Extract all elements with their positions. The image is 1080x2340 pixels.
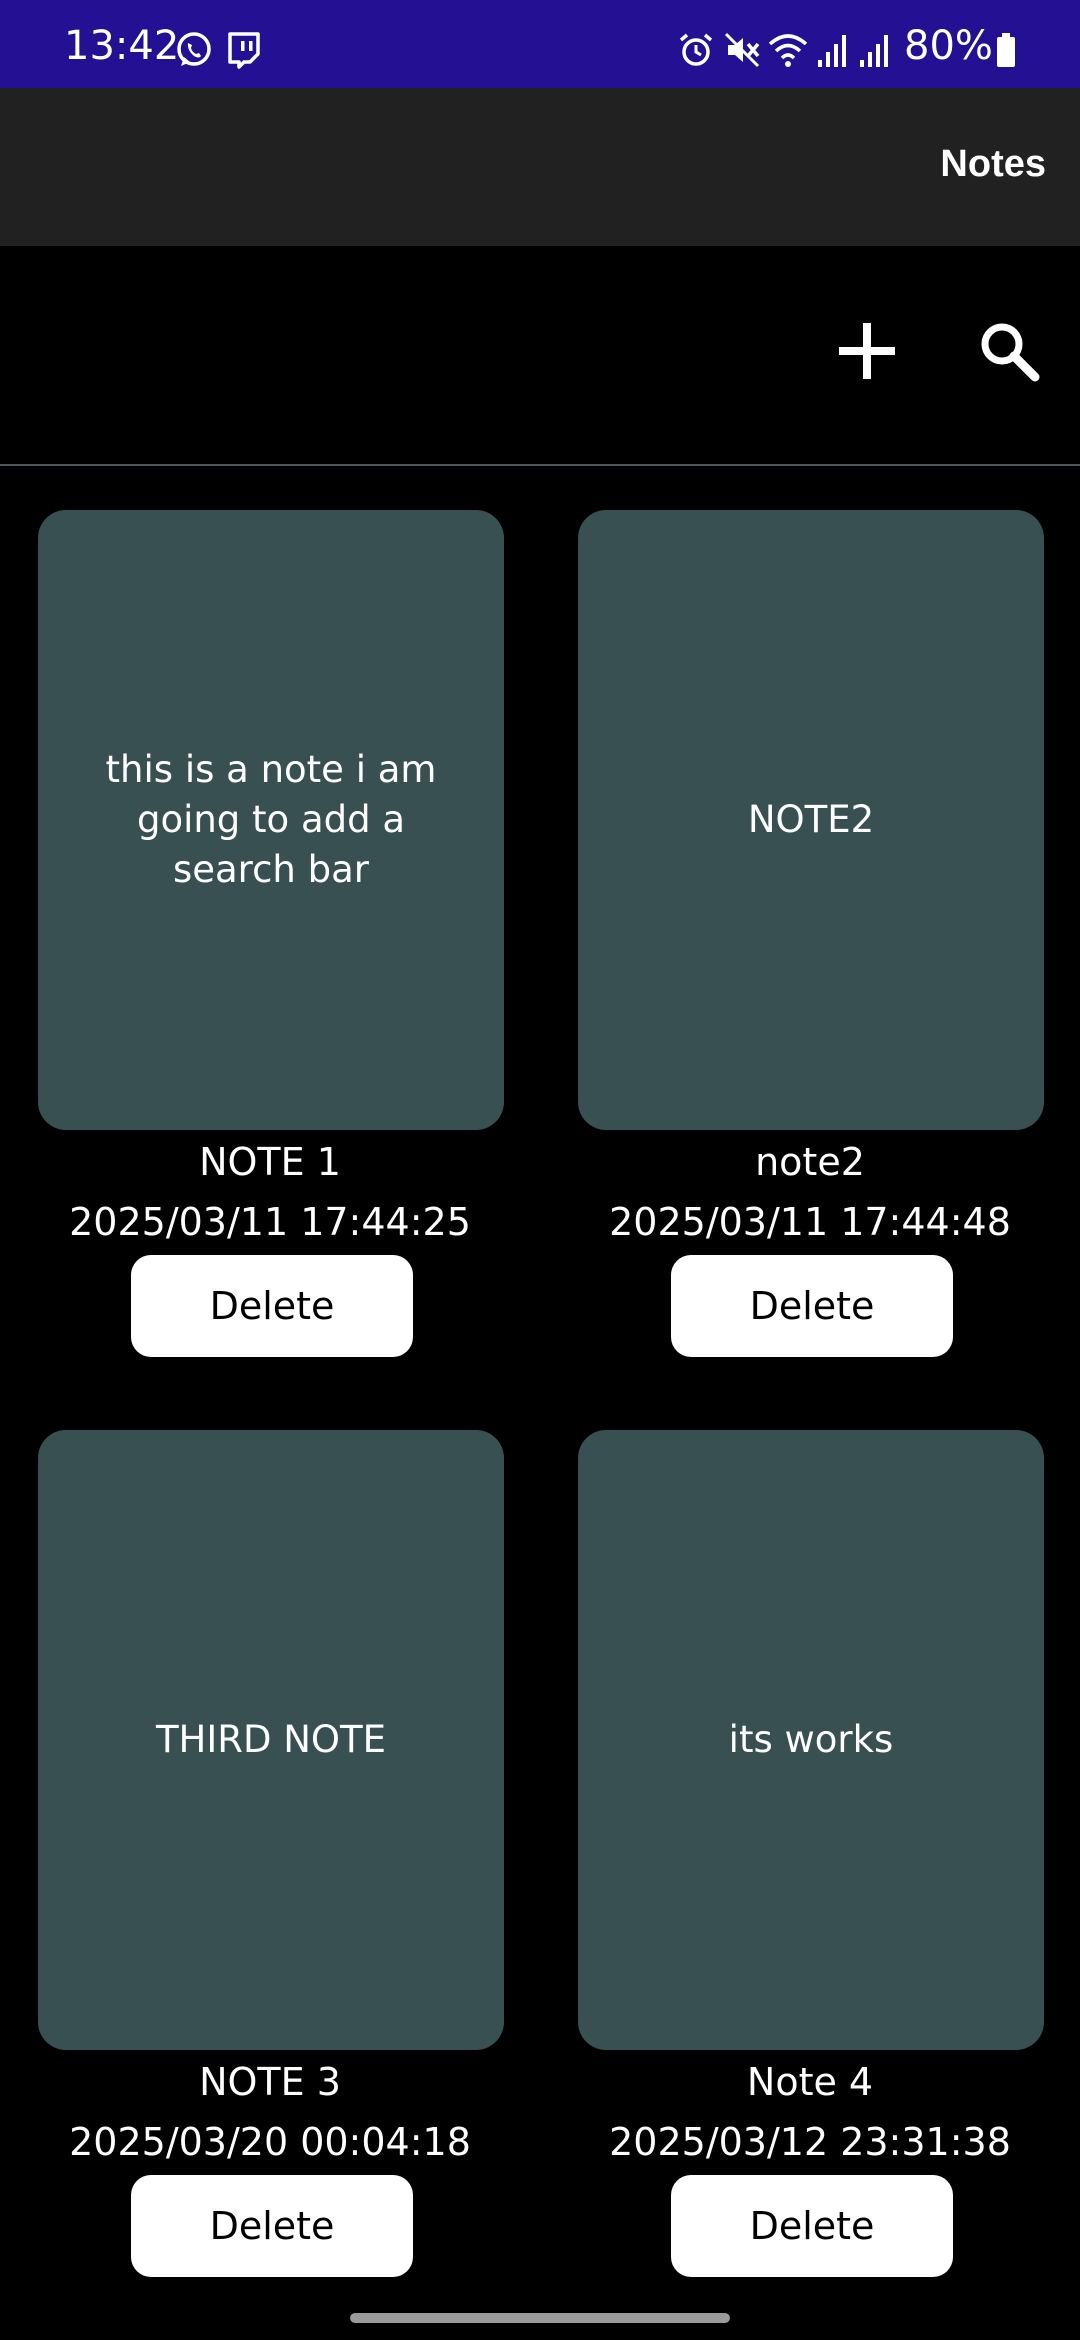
- alarm-icon: [676, 30, 716, 70]
- add-note-button[interactable]: [822, 308, 912, 398]
- delete-button[interactable]: Delete: [131, 2175, 413, 2277]
- note-title: NOTE 3: [199, 2060, 341, 2104]
- status-bar: 13:42 80%: [0, 0, 1080, 88]
- battery-icon: [994, 30, 1034, 70]
- status-time: 13:42: [64, 23, 180, 69]
- delete-button[interactable]: Delete: [671, 1255, 953, 1357]
- battery-level: 80%: [904, 23, 993, 69]
- note-title: note2: [755, 1140, 865, 1184]
- note-card[interactable]: NOTE2: [578, 510, 1044, 1130]
- toolbar-divider: [0, 464, 1080, 466]
- delete-button[interactable]: Delete: [131, 1255, 413, 1357]
- note-title: NOTE 1: [199, 1140, 341, 1184]
- note-date: 2025/03/20 00:04:18: [69, 2120, 471, 2164]
- toolbar: [0, 246, 1080, 464]
- note-card[interactable]: this is a note i am going to add a searc…: [38, 510, 504, 1130]
- note-preview: its works: [728, 1718, 894, 1761]
- note-date: 2025/03/12 23:31:38: [609, 2120, 1011, 2164]
- twitch-icon: [224, 30, 264, 70]
- app-title: Notes: [940, 143, 1046, 185]
- note-card[interactable]: its works: [578, 1430, 1044, 2050]
- notes-screen: 13:42 80% Notes this is a note i am goin…: [0, 0, 1080, 2340]
- app-bar: Notes: [0, 88, 1080, 246]
- home-indicator[interactable]: [350, 2313, 730, 2323]
- note-preview: NOTE2: [747, 798, 875, 841]
- note-preview: this is a note i am going to add a searc…: [105, 748, 437, 891]
- delete-button[interactable]: Delete: [671, 2175, 953, 2277]
- note-date: 2025/03/11 17:44:25: [69, 1200, 471, 1244]
- search-icon: [977, 319, 1041, 387]
- search-button[interactable]: [964, 308, 1054, 398]
- plus-icon: [835, 319, 899, 387]
- note-card[interactable]: THIRD NOTE: [38, 1430, 504, 2050]
- mute-icon: [722, 30, 762, 70]
- note-title: Note 4: [746, 2060, 874, 2104]
- note-preview: THIRD NOTE: [155, 1718, 387, 1761]
- note-date: 2025/03/11 17:44:48: [609, 1200, 1011, 1244]
- whatsapp-icon: [174, 30, 214, 70]
- signal-icon: [816, 30, 856, 70]
- wifi-icon: [766, 30, 808, 70]
- signal-icon: [858, 30, 898, 70]
